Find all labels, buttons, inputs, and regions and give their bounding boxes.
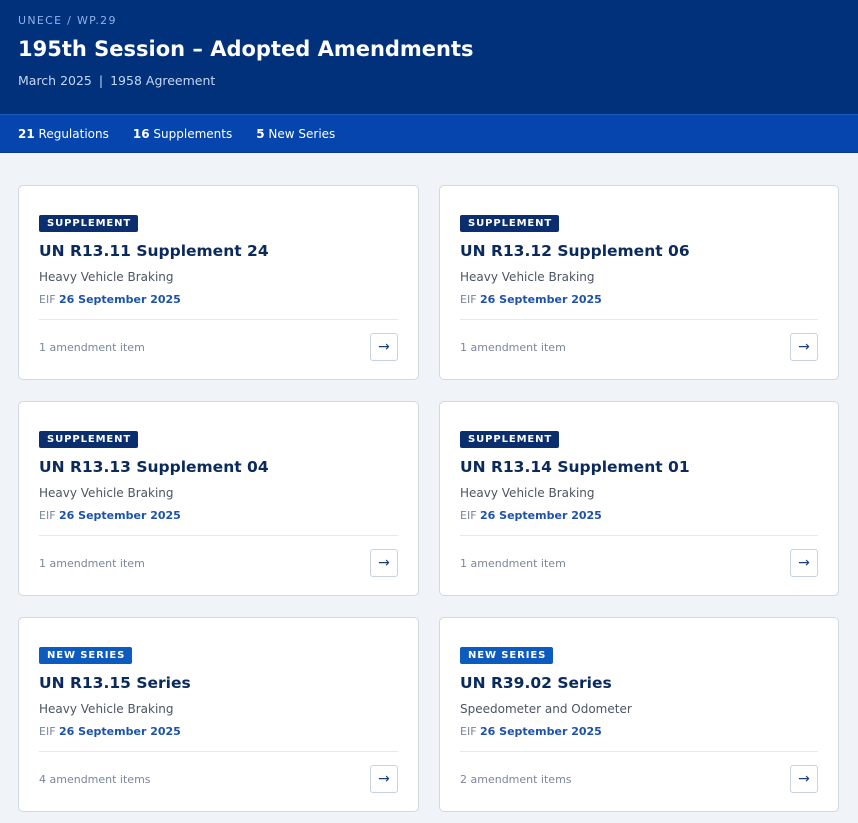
eif-line: EIF 26 September 2025 bbox=[460, 293, 818, 306]
card-footer: 4 amendment items → bbox=[39, 751, 398, 793]
amendment-count: 2 amendment items bbox=[460, 772, 572, 786]
amendment-card[interactable]: NEW SERIES UN R13.15 Series Heavy Vehicl… bbox=[18, 617, 419, 812]
amendment-card[interactable]: SUPPLEMENT UN R13.12 Supplement 06 Heavy… bbox=[439, 185, 839, 380]
eif-date: 26 September 2025 bbox=[59, 509, 181, 522]
agreement-label: 1958 Agreement bbox=[110, 73, 216, 88]
arrow-right-icon[interactable]: → bbox=[370, 549, 398, 577]
eif-label: EIF bbox=[460, 725, 477, 738]
card-footer: 1 amendment item → bbox=[39, 535, 398, 577]
eif-label: EIF bbox=[39, 509, 56, 522]
stat-regulations: 21 Regulations bbox=[18, 127, 109, 141]
breadcrumb: UNECE / WP.29 bbox=[18, 14, 117, 27]
amendment-grid: SUPPLEMENT UN R13.11 Supplement 24 Heavy… bbox=[0, 153, 858, 812]
amendment-count: 1 amendment item bbox=[460, 340, 566, 354]
amendment-count: 4 amendment items bbox=[39, 772, 151, 786]
amendment-count: 1 amendment item bbox=[39, 556, 145, 570]
type-badge: SUPPLEMENT bbox=[460, 215, 560, 232]
card-footer: 2 amendment items → bbox=[460, 751, 818, 793]
card-title[interactable]: UN R39.02 Series bbox=[460, 674, 818, 692]
card-description: Speedometer and Odometer bbox=[460, 702, 632, 716]
eif-line: EIF 26 September 2025 bbox=[39, 509, 398, 522]
arrow-right-icon[interactable]: → bbox=[790, 549, 818, 577]
stat-count: 21 bbox=[18, 126, 35, 141]
arrow-right-icon[interactable]: → bbox=[790, 333, 818, 361]
amendment-card[interactable]: SUPPLEMENT UN R13.13 Supplement 04 Heavy… bbox=[18, 401, 419, 596]
type-badge: SUPPLEMENT bbox=[39, 215, 139, 232]
session-date: March 2025 bbox=[18, 73, 92, 88]
card-description: Heavy Vehicle Braking bbox=[39, 486, 174, 500]
type-badge: NEW SERIES bbox=[460, 647, 554, 664]
eif-label: EIF bbox=[39, 725, 56, 738]
amendment-count: 1 amendment item bbox=[39, 340, 145, 354]
eif-date: 26 September 2025 bbox=[59, 293, 181, 306]
arrow-right-icon[interactable]: → bbox=[370, 333, 398, 361]
page-header: UNECE / WP.29 195th Session – Adopted Am… bbox=[0, 0, 858, 114]
stats-bar: 21 Regulations 16 Supplements 5 New Seri… bbox=[0, 114, 858, 153]
type-badge: SUPPLEMENT bbox=[460, 431, 560, 448]
stat-label: New Series bbox=[268, 126, 336, 141]
card-description: Heavy Vehicle Braking bbox=[460, 270, 595, 284]
stat-new-series: 5 New Series bbox=[256, 127, 335, 141]
card-description: Heavy Vehicle Braking bbox=[39, 270, 174, 284]
eif-date: 26 September 2025 bbox=[480, 509, 602, 522]
eif-label: EIF bbox=[460, 509, 477, 522]
stat-supplements: 16 Supplements bbox=[133, 127, 232, 141]
arrow-right-icon[interactable]: → bbox=[370, 765, 398, 793]
amendment-card[interactable]: SUPPLEMENT UN R13.11 Supplement 24 Heavy… bbox=[18, 185, 419, 380]
card-title[interactable]: UN R13.14 Supplement 01 bbox=[460, 458, 818, 476]
card-footer: 1 amendment item → bbox=[460, 535, 818, 577]
page-title: 195th Session – Adopted Amendments bbox=[18, 37, 474, 61]
eif-label: EIF bbox=[39, 293, 56, 306]
card-footer: 1 amendment item → bbox=[460, 319, 818, 361]
card-description: Heavy Vehicle Braking bbox=[460, 486, 595, 500]
card-title[interactable]: UN R13.11 Supplement 24 bbox=[39, 242, 398, 260]
stat-label: Regulations bbox=[38, 126, 109, 141]
card-title[interactable]: UN R13.13 Supplement 04 bbox=[39, 458, 398, 476]
type-badge: NEW SERIES bbox=[39, 647, 133, 664]
amendment-card[interactable]: SUPPLEMENT UN R13.14 Supplement 01 Heavy… bbox=[439, 401, 839, 596]
arrow-right-icon[interactable]: → bbox=[790, 765, 818, 793]
stat-count: 16 bbox=[132, 126, 150, 141]
eif-line: EIF 26 September 2025 bbox=[39, 293, 398, 306]
eif-line: EIF 26 September 2025 bbox=[460, 725, 818, 738]
eif-date: 26 September 2025 bbox=[480, 725, 602, 738]
stat-count: 5 bbox=[256, 126, 265, 141]
eif-line: EIF 26 September 2025 bbox=[460, 509, 818, 522]
eif-date: 26 September 2025 bbox=[480, 293, 602, 306]
page-subtitle: March 2025 | 1958 Agreement bbox=[18, 73, 840, 88]
stat-label: Supplements bbox=[153, 126, 233, 141]
subtitle-separator: | bbox=[98, 73, 104, 88]
eif-line: EIF 26 September 2025 bbox=[39, 725, 398, 738]
eif-label: EIF bbox=[460, 293, 477, 306]
card-title[interactable]: UN R13.12 Supplement 06 bbox=[460, 242, 818, 260]
type-badge: SUPPLEMENT bbox=[39, 431, 139, 448]
card-description: Heavy Vehicle Braking bbox=[39, 702, 174, 716]
amendment-count: 1 amendment item bbox=[460, 556, 566, 570]
card-footer: 1 amendment item → bbox=[39, 319, 398, 361]
amendment-card[interactable]: NEW SERIES UN R39.02 Series Speedometer … bbox=[439, 617, 839, 812]
card-title[interactable]: UN R13.15 Series bbox=[39, 674, 398, 692]
eif-date: 26 September 2025 bbox=[59, 725, 181, 738]
